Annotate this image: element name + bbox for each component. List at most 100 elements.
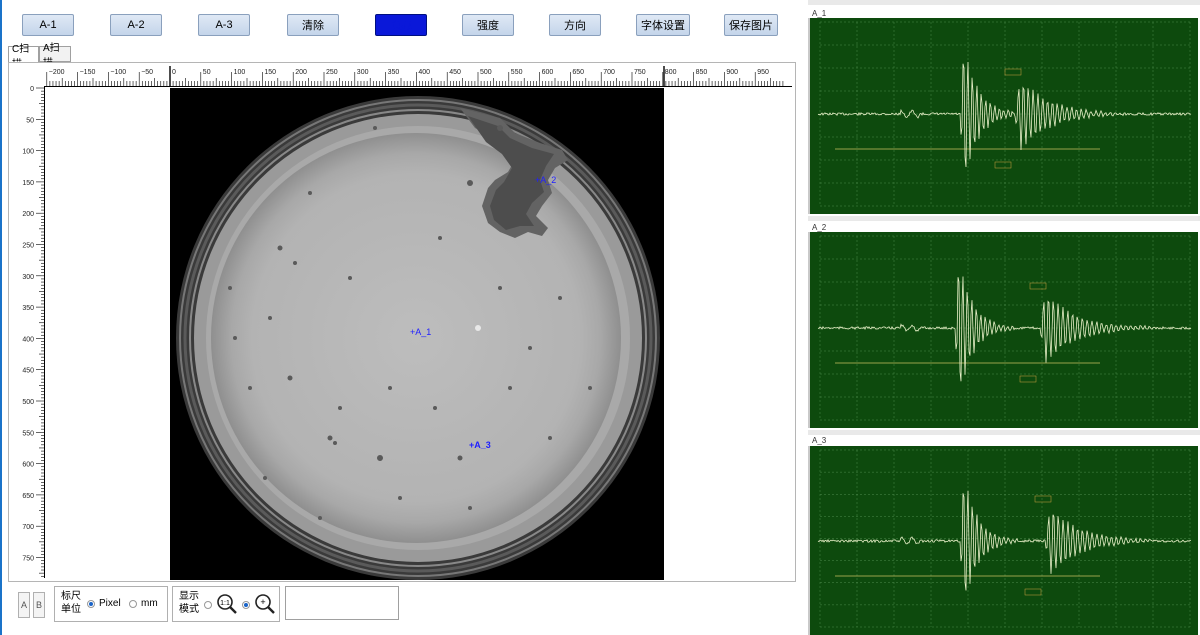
ruler-unit-label-1: 标尺	[61, 591, 81, 602]
scope-cursor-marker	[1024, 588, 1042, 596]
a3-button[interactable]: A-3	[198, 14, 250, 36]
unit-mm-text: mm	[141, 598, 158, 609]
save-image-button[interactable]: 保存图片	[724, 14, 778, 36]
marker-a1-label: A_1	[415, 327, 432, 337]
h-ruler-label: 350	[388, 69, 400, 76]
unit-pixel-option[interactable]: Pixel	[87, 598, 121, 609]
h-ruler-label: 700	[603, 69, 615, 76]
zoom-1to1-icon[interactable]: 1:1	[216, 593, 238, 615]
ruler-unit-group: 标尺 单位 Pixel mm	[54, 586, 168, 622]
scope-cursor-marker	[1034, 495, 1052, 503]
display-mode-label-1: 显示	[179, 591, 199, 602]
h-ruler-label: −150	[80, 69, 96, 76]
h-ruler-label: 100	[234, 69, 246, 76]
v-ruler-label: 350	[22, 305, 34, 312]
v-ruler-label: 300	[22, 274, 34, 281]
h-ruler-label: 300	[357, 69, 369, 76]
v-ruler-label: 200	[22, 211, 34, 218]
h-ruler-label: 750	[634, 69, 646, 76]
scope-cursor-marker	[994, 161, 1012, 169]
marker-a2[interactable]: +A_2	[535, 175, 556, 185]
vertical-ruler: 0 50 100 150 200 250 300 350 400 450 500 550 600 650 7…	[10, 86, 45, 578]
scope-a2-plot	[817, 235, 1192, 421]
zoom-1to1-glyph: 1:1	[220, 600, 230, 607]
scope-a2[interactable]	[808, 232, 1198, 428]
tab-a-scan[interactable]: A扫描	[39, 43, 71, 69]
scope-trace	[817, 490, 1191, 591]
bottom-controls: A B 标尺 单位 Pixel mm 显示 模式 1:1 +	[8, 582, 796, 634]
v-ruler-label: 100	[22, 149, 34, 156]
v-ruler-label: 600	[22, 462, 34, 469]
h-ruler-label: 150	[264, 69, 276, 76]
h-ruler-label: 550	[511, 69, 523, 76]
intensity-button[interactable]: 强度	[462, 14, 514, 36]
tab-c-scan[interactable]: C扫描	[8, 44, 39, 70]
window-left-border	[0, 0, 2, 635]
v-ruler-label: 150	[22, 180, 34, 187]
vertical-ruler-ticks: 0 50 100 150 200 250 300 350 400 450 500 550 600 650 7…	[22, 86, 44, 577]
b-button[interactable]: B	[33, 592, 45, 618]
display-mode-label-2: 模式	[179, 604, 199, 615]
v-ruler-label: 700	[22, 524, 34, 531]
h-ruler-label: 650	[572, 69, 584, 76]
a-button[interactable]: A	[18, 592, 30, 618]
unit-mm-radio[interactable]	[129, 599, 137, 608]
clear-button[interactable]: 清除	[287, 14, 339, 36]
info-textbox[interactable]	[285, 586, 399, 620]
scope-a3-header	[808, 430, 1200, 435]
display-mode-label: 显示 模式	[179, 590, 199, 616]
marker-a3[interactable]: +A_3	[469, 440, 491, 450]
v-ruler-label: 0	[30, 86, 34, 93]
h-ruler-label: −100	[110, 69, 126, 76]
v-ruler-label: 250	[22, 243, 34, 250]
marker-a3-label: A_3	[474, 440, 491, 450]
v-ruler-label: 500	[22, 399, 34, 406]
v-ruler-label: 750	[22, 556, 34, 563]
scope-cursor-marker	[1029, 282, 1047, 290]
a2-button[interactable]: A-2	[110, 14, 162, 36]
font-settings-button[interactable]: 字体设置	[636, 14, 690, 36]
h-ruler-label: 0	[172, 69, 176, 76]
scope-trace	[817, 61, 1192, 168]
ruler-corner	[10, 66, 45, 87]
scope-a1-header	[808, 0, 1200, 5]
h-ruler-label: 900	[726, 69, 738, 76]
scope-trace	[817, 276, 1192, 382]
horizontal-ruler: −200 −150 −100 −50 0 50 100 150 200 250 300 350 400 4…	[44, 66, 792, 87]
zoom-fit-glyph: +	[260, 597, 265, 607]
v-ruler-label: 450	[22, 368, 34, 375]
v-ruler-label: 550	[22, 430, 34, 437]
h-ruler-label: 200	[295, 69, 307, 76]
scope-a1-title: A_1	[812, 9, 827, 18]
scope-a3-plot	[817, 449, 1191, 628]
h-ruler-label: 500	[480, 69, 492, 76]
direction-button[interactable]: 方向	[549, 14, 601, 36]
h-ruler-label: 400	[418, 69, 430, 76]
scope-a2-header	[808, 216, 1200, 221]
h-ruler-label: 800	[665, 69, 677, 76]
hide-button[interactable]: 隐藏	[375, 14, 427, 36]
scope-a3[interactable]	[808, 446, 1198, 635]
unit-pixel-radio[interactable]	[87, 599, 95, 608]
zoom-fit-icon[interactable]: +	[254, 593, 276, 615]
marker-a2-label: A_2	[540, 175, 557, 185]
mode-1to1-radio[interactable]	[204, 601, 212, 609]
mode-fit-radio[interactable]	[242, 601, 250, 609]
ruler-unit-label-2: 单位	[61, 604, 81, 615]
c-scan-image[interactable]: +A_1 +A_2 +A_3	[170, 88, 664, 580]
scope-a1[interactable]	[808, 18, 1198, 214]
h-ruler-label: 950	[757, 69, 769, 76]
h-ruler-label: 600	[542, 69, 554, 76]
horizontal-ruler-ticks: −200 −150 −100 −50 0 50 100 150 200 250 300 350 400 4…	[46, 66, 784, 86]
unit-mm-option[interactable]: mm	[129, 598, 158, 609]
scope-cursor-marker	[1019, 375, 1037, 383]
unit-pixel-text: Pixel	[99, 598, 121, 609]
h-ruler-label: 850	[696, 69, 708, 76]
v-ruler-label: 400	[22, 336, 34, 343]
a1-button[interactable]: A-1	[22, 14, 74, 36]
display-mode-group: 显示 模式 1:1 +	[172, 586, 280, 622]
scope-a3-title: A_3	[812, 436, 827, 445]
scope-a1-plot	[817, 21, 1192, 207]
scope-cursor-marker	[1004, 68, 1022, 76]
marker-a1[interactable]: +A_1	[410, 327, 431, 337]
